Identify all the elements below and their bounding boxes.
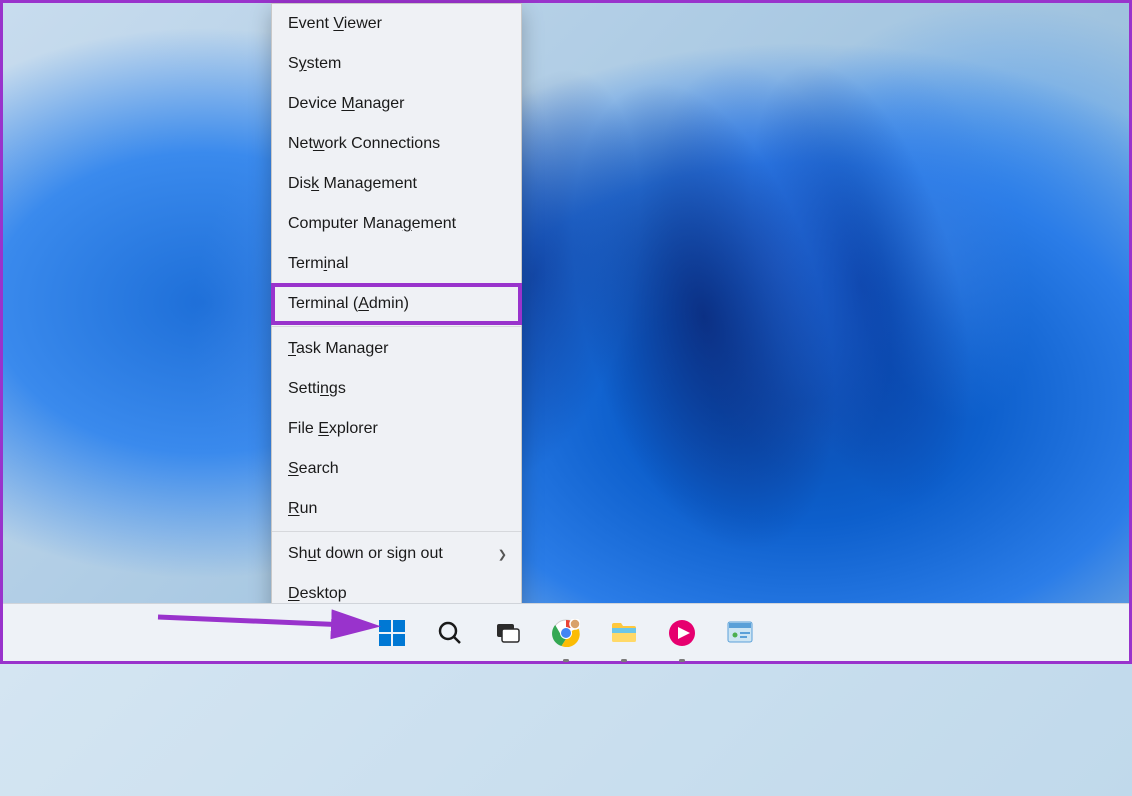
menu-item-label: Device Manager [288,95,405,113]
file-explorer-icon [610,619,638,647]
menu-item-label: Settings [288,380,346,398]
control-panel-icon [726,619,754,647]
menu-item-label: Terminal (Admin) [288,295,409,313]
menu-item-shut-down-or-sign-out[interactable]: Shut down or sign out ❯ [272,534,521,574]
menu-item-label: Search [288,460,339,478]
screenpresso-icon [668,619,696,647]
winx-context-menu: Event Viewer System Device Manager Network … [271,3,522,615]
menu-item-device-manager[interactable]: Device Manager [272,84,521,124]
taskbar-app-screenpresso[interactable] [659,610,705,656]
taskbar-app-chrome[interactable] [543,610,589,656]
windows-logo-icon [379,620,405,646]
menu-item-label: System [288,55,341,73]
menu-item-label: Disk Management [288,175,417,193]
menu-separator [272,531,521,532]
menu-item-computer-management[interactable]: Computer Management [272,204,521,244]
menu-item-terminal-admin[interactable]: Terminal (Admin) [272,284,521,324]
menu-item-event-viewer[interactable]: Event Viewer [272,4,521,44]
taskbar-app-file-explorer[interactable] [601,610,647,656]
menu-item-label: Desktop [288,585,347,603]
start-button[interactable] [369,610,415,656]
menu-item-label: Event Viewer [288,15,382,33]
chevron-right-icon: ❯ [498,548,507,561]
menu-item-search[interactable]: Search [272,449,521,489]
task-view-icon [495,620,521,646]
task-view-button[interactable] [485,610,531,656]
menu-item-label: Terminal [288,255,348,273]
search-icon [437,620,463,646]
menu-item-task-manager[interactable]: Task Manager [272,329,521,369]
menu-item-terminal[interactable]: Terminal [272,244,521,284]
menu-item-label: Shut down or sign out [288,545,443,563]
menu-separator [272,326,521,327]
menu-item-label: Run [288,500,317,518]
taskbar [3,603,1129,661]
menu-item-network-connections[interactable]: Network Connections [272,124,521,164]
chrome-icon [552,619,580,647]
menu-item-label: Task Manager [288,340,389,358]
menu-item-label: Network Connections [288,135,440,153]
menu-item-disk-management[interactable]: Disk Management [272,164,521,204]
desktop-wallpaper [3,3,1129,661]
menu-item-run[interactable]: Run [272,489,521,529]
menu-item-label: File Explorer [288,420,378,438]
menu-item-file-explorer[interactable]: File Explorer [272,409,521,449]
menu-item-label: Computer Management [288,215,456,233]
search-button[interactable] [427,610,473,656]
menu-item-system[interactable]: System [272,44,521,84]
taskbar-app-control-panel[interactable] [717,610,763,656]
menu-item-settings[interactable]: Settings [272,369,521,409]
